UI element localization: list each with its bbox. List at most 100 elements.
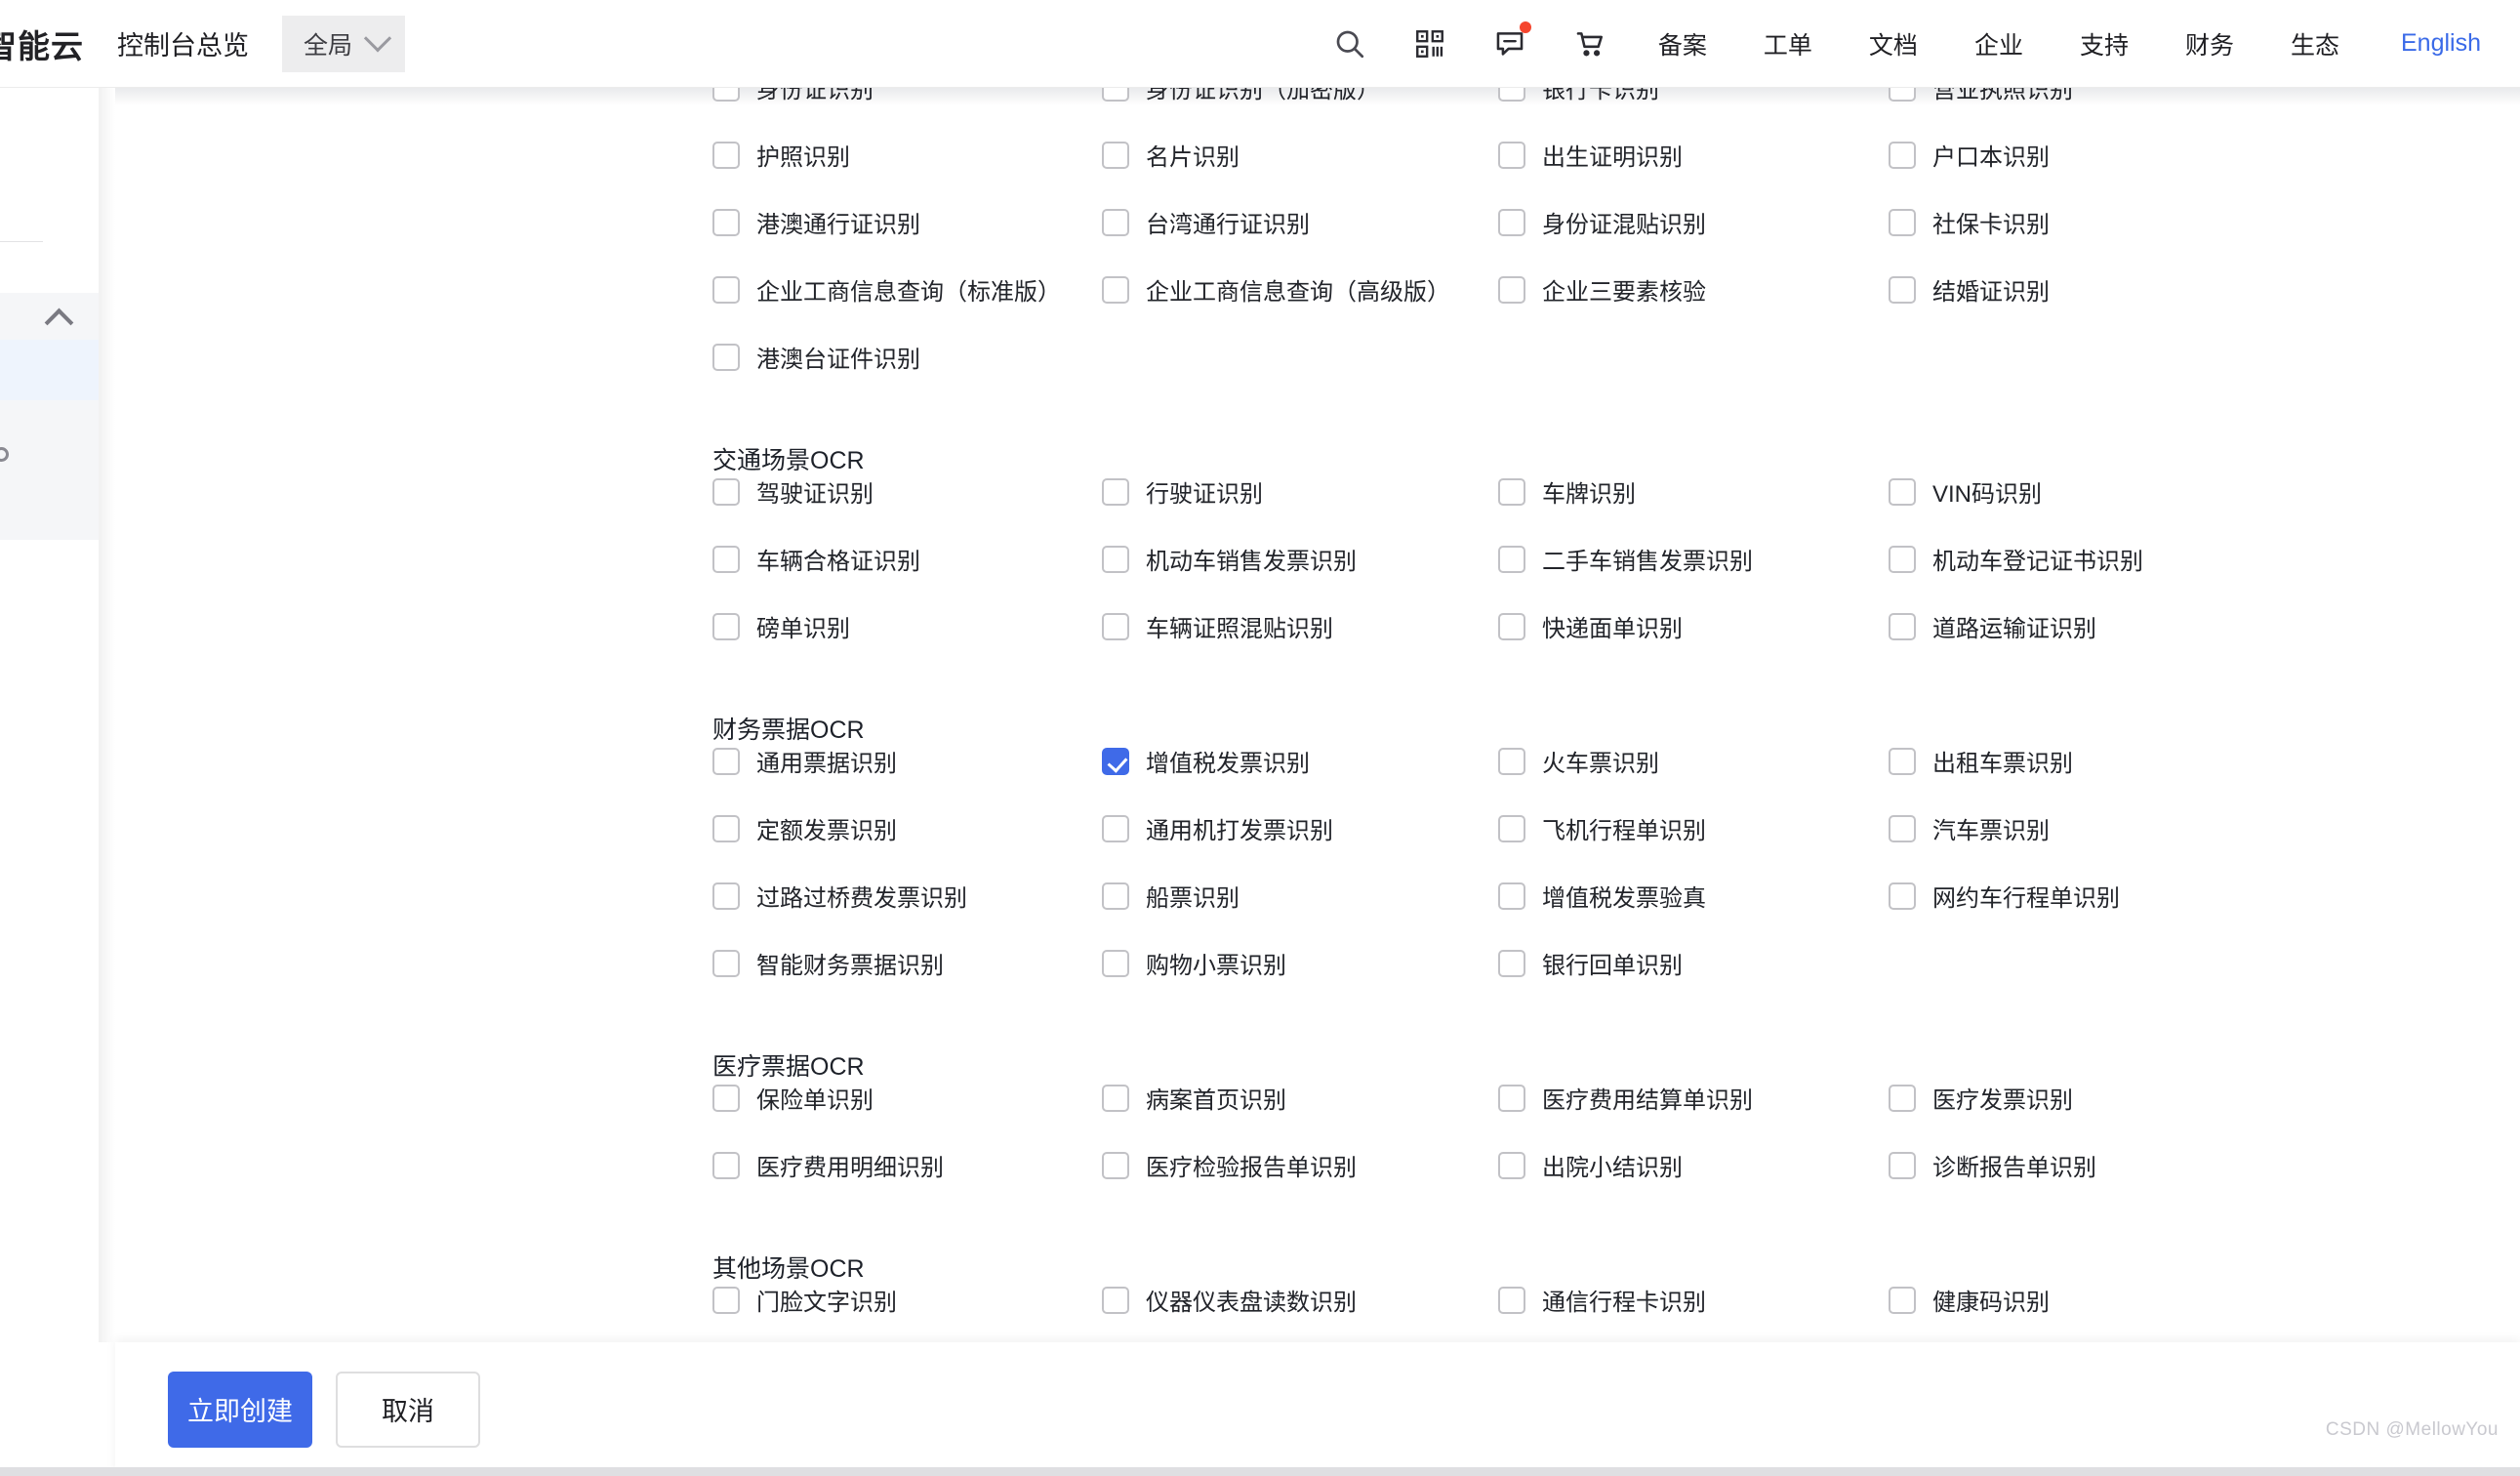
checkbox-icon[interactable]: [1102, 882, 1129, 910]
ocr-capability-checkbox[interactable]: 车辆合格证识别: [712, 542, 920, 576]
checkbox-icon[interactable]: [1102, 950, 1129, 977]
ocr-capability-checkbox[interactable]: 病案首页识别: [1102, 1081, 1286, 1115]
checkbox-icon[interactable]: [1102, 613, 1129, 640]
ocr-capability-checkbox[interactable]: 医疗检验报告单识别: [1102, 1148, 1357, 1182]
ocr-capability-checkbox[interactable]: 企业三要素核验: [1498, 272, 1706, 307]
ocr-capability-checkbox[interactable]: 出租车票识别: [1889, 744, 2073, 778]
ocr-capability-checkbox[interactable]: 智能财务票据识别: [712, 946, 944, 980]
ocr-capability-checkbox[interactable]: 台湾通行证识别: [1102, 205, 1310, 239]
checkbox-icon[interactable]: [1889, 478, 1916, 506]
create-now-button[interactable]: 立即创建: [168, 1372, 312, 1448]
checkbox-icon[interactable]: [712, 546, 740, 573]
ocr-capability-checkbox[interactable]: 定额发票识别: [712, 811, 897, 845]
checkbox-icon[interactable]: [1889, 1287, 1916, 1314]
ocr-capability-checkbox[interactable]: 通用机打发票识别: [1102, 811, 1333, 845]
checkbox-icon[interactable]: [712, 950, 740, 977]
checkbox-icon[interactable]: [712, 209, 740, 236]
checkbox-icon[interactable]: [712, 882, 740, 910]
ocr-capability-checkbox[interactable]: 出院小结识别: [1498, 1148, 1683, 1182]
message-icon[interactable]: [1470, 0, 1550, 88]
checkbox-icon[interactable]: [1498, 950, 1525, 977]
header-link-support[interactable]: 支持: [2052, 26, 2157, 62]
ocr-capability-checkbox[interactable]: 机动车销售发票识别: [1102, 542, 1357, 576]
ocr-capability-checkbox[interactable]: 门脸文字识别: [712, 1283, 897, 1317]
checkbox-icon[interactable]: [1102, 1287, 1129, 1314]
brand-logo[interactable]: 智能云: [0, 20, 84, 67]
checkbox-icon[interactable]: [1498, 276, 1525, 304]
sidebar-selected-item[interactable]: [0, 340, 99, 400]
checkbox-icon[interactable]: [712, 1287, 740, 1314]
checkbox-icon[interactable]: [712, 142, 740, 169]
ocr-capability-checkbox[interactable]: 驾驶证识别: [712, 474, 874, 509]
checkbox-icon[interactable]: [1498, 546, 1525, 573]
ocr-capability-checkbox[interactable]: 增值税发票验真: [1498, 879, 1706, 913]
checkbox-icon[interactable]: [1102, 546, 1129, 573]
header-link-workorder[interactable]: 工单: [1735, 26, 1841, 62]
ocr-capability-checkbox[interactable]: 企业工商信息查询（高级版）: [1102, 272, 1450, 307]
ocr-capability-checkbox[interactable]: 护照识别: [712, 138, 850, 172]
ocr-capability-checkbox[interactable]: 户口本识别: [1889, 138, 2050, 172]
checkbox-icon[interactable]: [1102, 209, 1129, 236]
checkbox-icon[interactable]: [1889, 882, 1916, 910]
ocr-capability-checkbox[interactable]: 社保卡识别: [1889, 205, 2050, 239]
checkbox-checked-icon[interactable]: [1102, 748, 1129, 775]
ocr-capability-checkbox[interactable]: 医疗费用明细识别: [712, 1148, 944, 1182]
checkbox-icon[interactable]: [1889, 88, 1916, 102]
ocr-capability-checkbox[interactable]: 结婚证识别: [1889, 272, 2050, 307]
checkbox-icon[interactable]: [1889, 815, 1916, 842]
header-link-ecosystem[interactable]: 生态: [2262, 26, 2368, 62]
ocr-capability-checkbox[interactable]: 二手车销售发票识别: [1498, 542, 1753, 576]
checkbox-icon[interactable]: [1498, 1085, 1525, 1112]
ocr-capability-checkbox[interactable]: 快递面单识别: [1498, 609, 1683, 643]
ocr-capability-checkbox[interactable]: 身份证混贴识别: [1498, 205, 1706, 239]
chevron-up-icon[interactable]: [45, 307, 74, 324]
ocr-capability-checkbox[interactable]: 过路过桥费发票识别: [712, 879, 967, 913]
console-overview-link[interactable]: 控制台总览: [117, 24, 249, 62]
header-link-finance[interactable]: 财务: [2157, 26, 2262, 62]
checkbox-icon[interactable]: [1102, 88, 1129, 102]
ocr-capability-scroll-area[interactable]: 身份证识别身份证识别（加密版）银行卡识别营业执照识别护照识别名片识别出生证明识别…: [115, 88, 2520, 1342]
checkbox-icon[interactable]: [1889, 748, 1916, 775]
ocr-capability-checkbox[interactable]: 诊断报告单识别: [1889, 1148, 2096, 1182]
checkbox-icon[interactable]: [1102, 1085, 1129, 1112]
ocr-capability-checkbox[interactable]: 医疗发票识别: [1889, 1081, 2073, 1115]
checkbox-icon[interactable]: [1498, 478, 1525, 506]
checkbox-icon[interactable]: [1102, 1152, 1129, 1179]
ocr-capability-checkbox[interactable]: 汽车票识别: [1889, 811, 2050, 845]
ocr-capability-checkbox[interactable]: VIN码识别: [1889, 474, 2042, 509]
ocr-capability-checkbox[interactable]: 健康码识别: [1889, 1283, 2050, 1317]
checkbox-icon[interactable]: [712, 478, 740, 506]
checkbox-icon[interactable]: [1102, 142, 1129, 169]
checkbox-icon[interactable]: [1498, 882, 1525, 910]
ocr-capability-checkbox[interactable]: 机动车登记证书识别: [1889, 542, 2143, 576]
checkbox-icon[interactable]: [712, 1152, 740, 1179]
ocr-capability-checkbox[interactable]: 车牌识别: [1498, 474, 1636, 509]
checkbox-icon[interactable]: [1498, 1152, 1525, 1179]
cancel-button[interactable]: 取消: [336, 1372, 480, 1448]
checkbox-icon[interactable]: [1102, 815, 1129, 842]
ocr-capability-checkbox[interactable]: 港澳台证件识别: [712, 340, 920, 374]
checkbox-icon[interactable]: [1498, 815, 1525, 842]
ocr-capability-checkbox[interactable]: 通信行程卡识别: [1498, 1283, 1706, 1317]
checkbox-icon[interactable]: [1498, 88, 1525, 102]
header-link-docs[interactable]: 文档: [1841, 26, 1946, 62]
checkbox-icon[interactable]: [1889, 546, 1916, 573]
header-link-enterprise[interactable]: 企业: [1946, 26, 2052, 62]
ocr-capability-checkbox[interactable]: 企业工商信息查询（标准版）: [712, 272, 1061, 307]
ocr-capability-checkbox[interactable]: 名片识别: [1102, 138, 1240, 172]
checkbox-icon[interactable]: [1498, 748, 1525, 775]
checkbox-icon[interactable]: [1498, 142, 1525, 169]
checkbox-icon[interactable]: [712, 88, 740, 102]
search-icon[interactable]: [1310, 0, 1390, 88]
checkbox-icon[interactable]: [1498, 1287, 1525, 1314]
ocr-capability-checkbox[interactable]: 仪器仪表盘读数识别: [1102, 1283, 1357, 1317]
cart-icon[interactable]: [1550, 0, 1630, 88]
ocr-capability-checkbox[interactable]: 飞机行程单识别: [1498, 811, 1706, 845]
checkbox-icon[interactable]: [712, 276, 740, 304]
checkbox-icon[interactable]: [1889, 276, 1916, 304]
ocr-capability-checkbox[interactable]: 购物小票识别: [1102, 946, 1286, 980]
checkbox-icon[interactable]: [1889, 1152, 1916, 1179]
qrcode-icon[interactable]: [1390, 0, 1470, 88]
language-switch-link[interactable]: English: [2368, 29, 2489, 58]
ocr-capability-checkbox[interactable]: 道路运输证识别: [1889, 609, 2096, 643]
